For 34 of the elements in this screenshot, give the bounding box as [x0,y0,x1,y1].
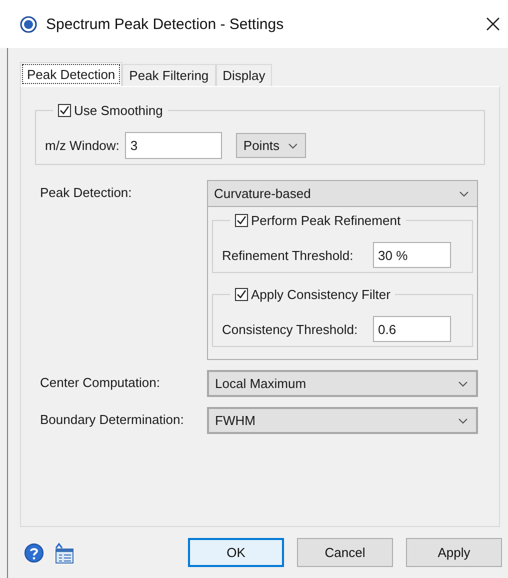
tab[interactable]: Display [216,64,272,86]
list-window-icon[interactable] [54,542,74,564]
checkbox-label: Apply Consistency Filter [251,287,390,302]
dialog-button[interactable]: Cancel [297,538,393,567]
tab[interactable]: Peak Filtering [122,64,216,86]
help-icon[interactable] [24,542,44,562]
chevron-down-icon [459,190,469,196]
checkbox[interactable] [235,288,248,301]
close-icon[interactable] [486,17,500,31]
checkbox-label: Perform Peak Refinement [251,213,401,228]
app-logo-icon [20,16,37,32]
checkbox[interactable] [235,214,248,227]
dropdown[interactable]: Curvature-based [207,180,478,207]
checkbox[interactable] [58,104,71,117]
dialog-button[interactable]: OK [188,538,284,567]
window-title: Spectrum Peak Detection - Settings [46,16,284,32]
checkbox-label: Use Smoothing [74,103,163,118]
dialog-button[interactable]: Apply [406,538,502,567]
field-label: Boundary Determination: [40,411,185,427]
input-field[interactable]: 0.6 [373,316,451,342]
field-label: Refinement Threshold: [222,248,354,262]
dropdown[interactable]: FWHM [207,407,478,434]
dropdown[interactable]: Local Maximum [207,370,478,397]
input-field[interactable]: 30 % [373,242,451,268]
field-label: Center Computation: [40,374,161,390]
tab[interactable]: Peak Detection [20,62,122,86]
field-label: Peak Detection: [40,184,133,200]
field-label: Consistency Threshold: [222,322,358,336]
chevron-down-icon [288,142,298,148]
chevron-down-icon [458,418,468,424]
unit-dropdown[interactable]: Points [236,133,306,158]
field-label: m/z Window: [45,138,120,153]
chevron-down-icon [458,380,468,386]
input-field[interactable]: 3 [125,132,222,159]
